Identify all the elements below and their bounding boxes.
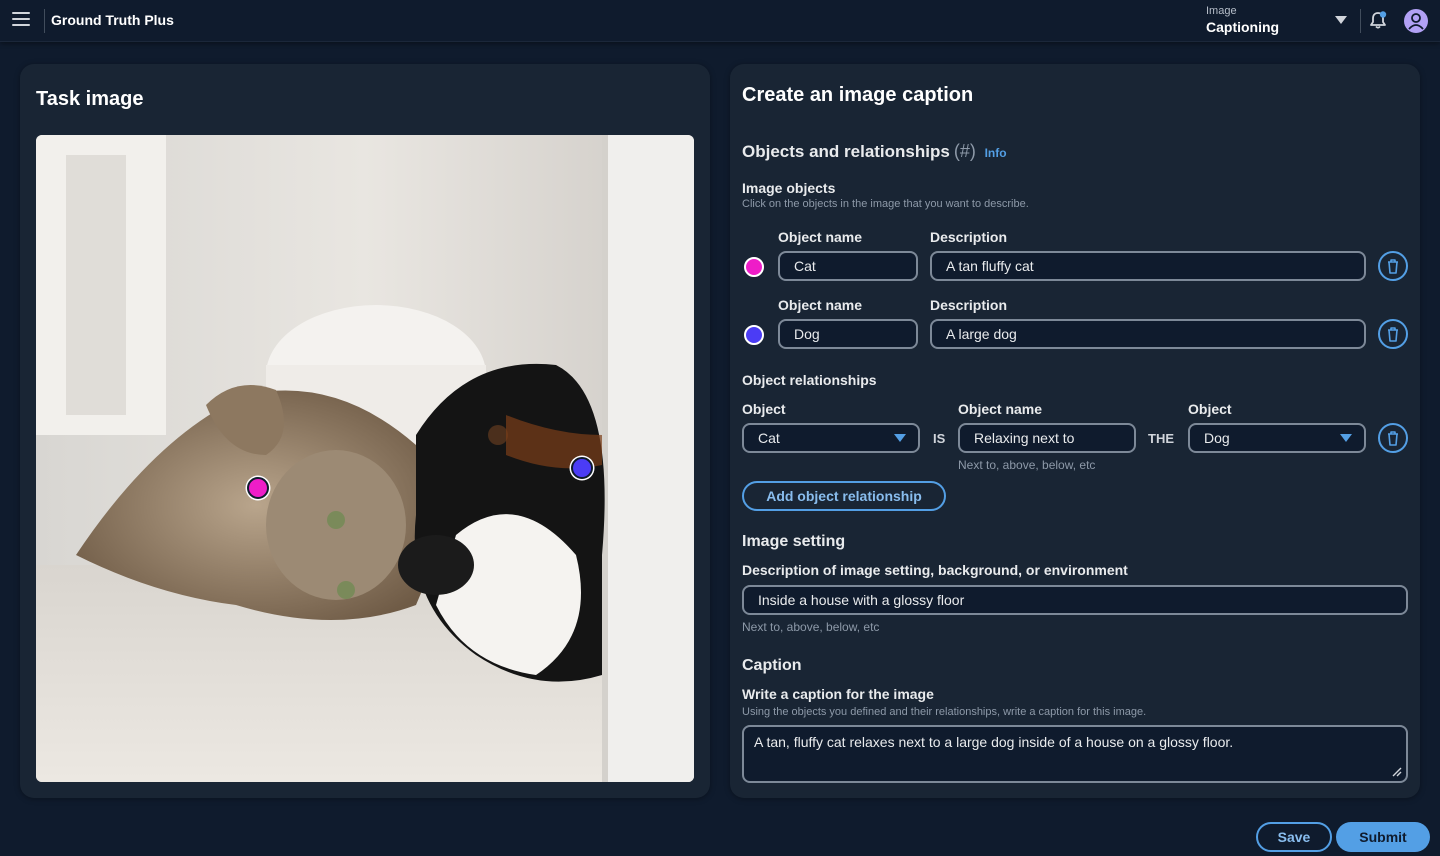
info-link[interactable]: Info: [985, 146, 1007, 160]
description-label: Description: [930, 229, 1008, 245]
app-title: Ground Truth Plus: [51, 12, 174, 28]
caret-down-icon: [894, 434, 906, 442]
divider: [44, 9, 45, 33]
image-objects-hint: Click on the objects in the image that y…: [742, 198, 1029, 210]
resize-grip-icon[interactable]: [1392, 767, 1402, 777]
relation-input[interactable]: Relaxing next to: [958, 423, 1136, 453]
target-object-select[interactable]: Dog: [1188, 423, 1366, 453]
menu-icon[interactable]: [12, 12, 30, 28]
trash-icon: [1388, 431, 1398, 446]
cat-marker[interactable]: [247, 477, 269, 499]
add-relationship-button[interactable]: Add object relationship: [742, 481, 946, 511]
image-setting-heading: Image setting: [742, 533, 846, 550]
bell-icon[interactable]: [1368, 10, 1388, 30]
image-objects-heading: Image objects: [742, 180, 836, 196]
caption-label: Write a caption for the image: [742, 686, 934, 702]
image-setting-label: Description of image setting, background…: [742, 562, 1128, 578]
divider: [1360, 9, 1361, 33]
subject-object-value: Cat: [758, 430, 780, 446]
submit-button[interactable]: Submit: [1336, 822, 1430, 852]
top-navigation-bar: Ground Truth Plus Image Captioning: [0, 0, 1440, 42]
caption-text: A tan, fluffy cat relaxes next to a larg…: [754, 734, 1234, 750]
object-name-label: Object name: [778, 229, 863, 245]
delete-relationship-button[interactable]: [1378, 423, 1408, 453]
user-avatar-icon[interactable]: [1404, 9, 1428, 33]
is-connector: IS: [933, 431, 946, 446]
delete-object-button[interactable]: [1378, 319, 1408, 349]
caption-panel: Create an image caption Objects and rela…: [730, 64, 1420, 798]
cat-color-dot: [744, 257, 764, 277]
subject-object-label: Object: [742, 401, 786, 417]
caption-hint: Using the objects you defined and their …: [742, 706, 1147, 718]
objects-relationships-heading: Objects and relationships (#) Info: [742, 141, 1007, 162]
objects-relationships-title: Objects and relationships: [742, 142, 950, 161]
object-relationships-heading: Object relationships: [742, 372, 877, 388]
count-label: (#): [953, 141, 976, 161]
caret-down-icon[interactable]: [1335, 16, 1347, 24]
panel-title: Task image: [36, 88, 144, 110]
caption-heading: Caption: [742, 657, 802, 674]
description-input[interactable]: A tan fluffy cat: [930, 251, 1366, 281]
image-setting-hint: Next to, above, below, etc: [742, 620, 880, 634]
dog-color-dot: [744, 325, 764, 345]
cat-and-dog-photo: [36, 135, 694, 782]
target-object-value: Dog: [1204, 430, 1230, 446]
caption-textarea[interactable]: A tan, fluffy cat relaxes next to a larg…: [742, 725, 1408, 783]
caret-down-icon: [1340, 434, 1352, 442]
task-type-label: Image: [1206, 5, 1237, 17]
delete-object-button[interactable]: [1378, 251, 1408, 281]
target-object-label: Object: [1188, 401, 1232, 417]
task-type-selector[interactable]: Image Captioning: [1206, 5, 1279, 36]
save-button[interactable]: Save: [1256, 822, 1332, 852]
object-name-input[interactable]: Dog: [778, 319, 918, 349]
description-label: Description: [930, 297, 1008, 313]
dog-marker[interactable]: [571, 457, 593, 479]
object-name-label: Object name: [778, 297, 863, 313]
panel-title: Create an image caption: [742, 84, 974, 106]
relation-label: Object name: [958, 401, 1043, 417]
trash-icon: [1388, 327, 1398, 342]
subject-object-select[interactable]: Cat: [742, 423, 920, 453]
task-image-panel: Task image: [20, 64, 710, 798]
image-setting-input[interactable]: Inside a house with a glossy floor: [742, 585, 1408, 615]
task-image[interactable]: [36, 135, 694, 782]
task-type-value: Captioning: [1206, 19, 1280, 35]
description-input[interactable]: A large dog: [930, 319, 1366, 349]
object-name-input[interactable]: Cat: [778, 251, 918, 281]
the-connector: THE: [1148, 431, 1174, 446]
relation-hint: Next to, above, below, etc: [958, 458, 1096, 472]
trash-icon: [1388, 259, 1398, 274]
